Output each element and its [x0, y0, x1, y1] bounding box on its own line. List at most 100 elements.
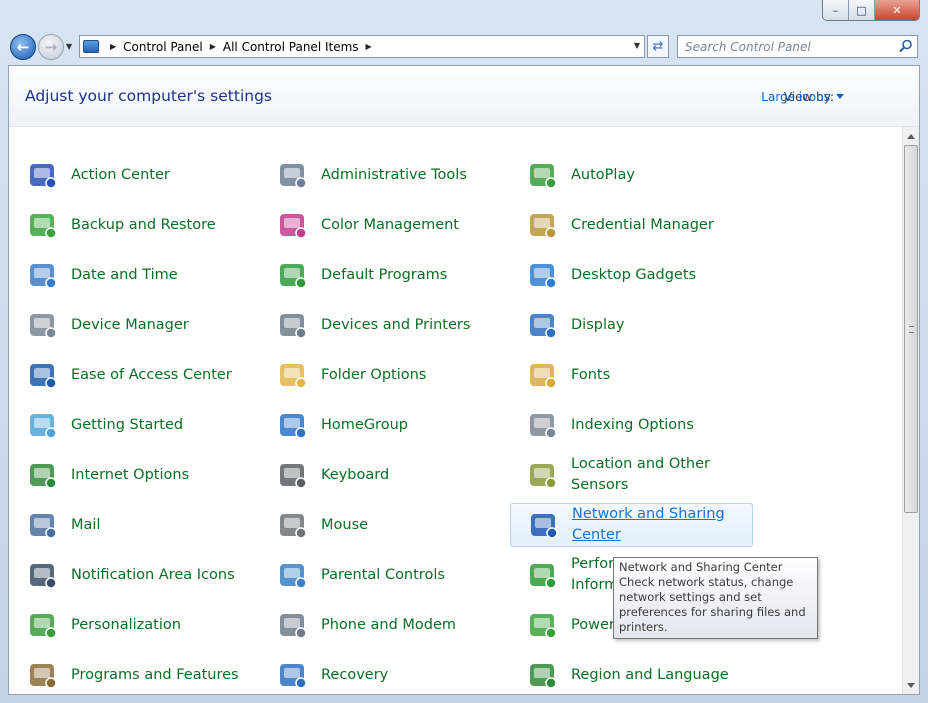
programs-icon	[26, 658, 60, 692]
control-panel-item[interactable]: Desktop Gadgets	[510, 253, 753, 297]
control-panel-item[interactable]: AutoPlay	[510, 153, 753, 197]
mouse-icon	[276, 508, 310, 542]
sensor-icon	[526, 458, 560, 492]
control-panel-item-label: Programs and Features	[71, 666, 239, 683]
fonts-icon	[526, 358, 560, 392]
control-panel-item-label: Region and Language	[571, 666, 729, 683]
control-panel-item-label: AutoPlay	[571, 166, 635, 183]
battery-icon	[526, 608, 560, 642]
control-panel-item[interactable]: Administrative Tools	[260, 153, 503, 197]
vertical-scrollbar[interactable]	[902, 127, 919, 694]
back-button[interactable]: ←	[10, 34, 36, 60]
control-panel-item[interactable]: Default Programs	[260, 253, 503, 297]
control-panel-item-label: Phone and Modem	[321, 616, 457, 633]
control-panel-item-label: Location and Other Sensors	[571, 456, 710, 493]
recovery-icon	[276, 658, 310, 692]
control-panel-item-label: Fonts	[571, 366, 611, 383]
control-panel-item[interactable]: Device Manager	[10, 303, 253, 347]
control-panel-item-label: Administrative Tools	[321, 166, 467, 183]
control-panel-item[interactable]: Parental Controls	[260, 553, 503, 597]
network-icon	[527, 508, 561, 542]
personalization-icon	[26, 608, 60, 642]
minimize-button[interactable]: –	[823, 0, 849, 20]
performance-icon	[526, 558, 560, 592]
control-panel-item-label: Action Center	[71, 166, 170, 183]
scroll-up-icon[interactable]	[907, 134, 915, 139]
breadcrumb-all-items[interactable]: All Control Panel Items	[223, 40, 359, 54]
control-panel-item-label: Personalization	[71, 616, 181, 633]
scroll-thumb[interactable]	[904, 145, 918, 513]
control-panel-item[interactable]: Date and Time	[10, 253, 253, 297]
magnifier-icon	[526, 408, 560, 442]
parental-controls-icon	[276, 558, 310, 592]
control-panel-item[interactable]: Backup and Restore	[10, 203, 253, 247]
maximize-button[interactable]: □	[849, 0, 875, 20]
chevron-down-icon	[836, 94, 844, 99]
notification-area-icon	[26, 558, 60, 592]
control-panel-item[interactable]: HomeGroup	[260, 403, 503, 447]
device-manager-icon	[26, 308, 60, 342]
control-panel-item[interactable]: Region and Language	[510, 653, 753, 697]
control-panel-item[interactable]: Notification Area Icons	[10, 553, 253, 597]
breadcrumb-control-panel[interactable]: Control Panel	[123, 40, 203, 54]
control-panel-item[interactable]: Display	[510, 303, 753, 347]
refresh-button[interactable]: ⇄	[647, 35, 669, 58]
control-panel-item[interactable]: Programs and Features	[10, 653, 253, 697]
region-globe-icon	[526, 658, 560, 692]
display-icon	[526, 308, 560, 342]
folder-options-icon	[276, 358, 310, 392]
admin-tools-icon	[276, 158, 310, 192]
address-dropdown-icon[interactable]: ▼	[634, 41, 640, 50]
mail-icon	[26, 508, 60, 542]
forward-button[interactable]: →	[38, 34, 64, 60]
caption-buttons: – □ ✕	[822, 0, 920, 21]
recent-pages-dropdown[interactable]: ▼	[66, 42, 72, 51]
search-input[interactable]: Search Control Panel	[677, 35, 918, 58]
keyboard-icon	[276, 458, 310, 492]
control-panel-item[interactable]: Location and Other Sensors	[510, 453, 753, 497]
control-panel-item[interactable]: Color Management	[260, 203, 503, 247]
view-by-value: Large icons	[761, 90, 830, 104]
search-icon[interactable]	[899, 39, 913, 53]
control-panel-item[interactable]: Network and Sharing Center	[510, 503, 753, 547]
control-panel-item[interactable]: Action Center	[10, 153, 253, 197]
control-panel-item-label: Getting Started	[71, 416, 184, 433]
control-panel-item-label: Recovery	[321, 666, 389, 683]
control-panel-item-label: Indexing Options	[571, 416, 694, 433]
scroll-down-icon[interactable]	[907, 683, 915, 688]
backup-icon	[26, 208, 60, 242]
control-panel-item[interactable]: Devices and Printers	[260, 303, 503, 347]
control-panel-item[interactable]: Keyboard	[260, 453, 503, 497]
printer-icon	[276, 308, 310, 342]
control-panel-item-label: Devices and Printers	[321, 316, 471, 333]
control-panel-item[interactable]: Personalization	[10, 603, 253, 647]
control-panel-item[interactable]: Indexing Options	[510, 403, 753, 447]
control-panel-item-label: Backup and Restore	[71, 216, 216, 233]
control-panel-item[interactable]: Getting Started	[10, 403, 253, 447]
control-panel-item[interactable]: Fonts	[510, 353, 753, 397]
control-panel-item[interactable]: Internet Options	[10, 453, 253, 497]
view-by-dropdown[interactable]: Large icons	[761, 90, 844, 104]
address-bar[interactable]: ▶ Control Panel ▶ All Control Panel Item…	[79, 35, 645, 58]
globe-icon	[26, 458, 60, 492]
control-panel-item[interactable]: Mail	[10, 503, 253, 547]
control-panel-item[interactable]: Credential Manager	[510, 203, 753, 247]
control-panel-item-label: Notification Area Icons	[71, 566, 235, 583]
autoplay-icon	[526, 158, 560, 192]
control-panel-item[interactable]: Folder Options	[260, 353, 503, 397]
control-panel-item[interactable]: Mouse	[260, 503, 503, 547]
tooltip-title: Network and Sharing Center	[619, 560, 783, 574]
control-panel-item-label: Network and Sharing Center	[572, 506, 725, 543]
control-panel-item[interactable]: Recovery	[260, 653, 503, 697]
control-panel-item[interactable]: Phone and Modem	[260, 603, 503, 647]
control-panel-item-label: Credential Manager	[571, 216, 714, 233]
search-placeholder: Search Control Panel	[685, 39, 811, 54]
control-panel-item[interactable]: Ease of Access Center	[10, 353, 253, 397]
breadcrumb-separator-icon[interactable]: ▶	[366, 42, 372, 51]
breadcrumb-separator-icon[interactable]: ▶	[110, 42, 116, 51]
breadcrumb-separator-icon[interactable]: ▶	[210, 42, 216, 51]
control-panel-item-label: HomeGroup	[321, 416, 408, 433]
control-panel-item-label: Display	[571, 316, 625, 333]
homegroup-icon	[276, 408, 310, 442]
close-button[interactable]: ✕	[875, 0, 919, 20]
